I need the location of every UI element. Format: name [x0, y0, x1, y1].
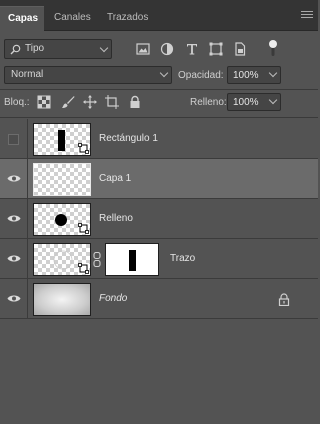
opacity-label: Opacidad:	[178, 70, 224, 81]
chevron-down-icon	[268, 95, 278, 105]
shape-layer-badge-icon	[78, 143, 89, 154]
circle-shape-preview	[55, 214, 67, 226]
adjustment-filter-icon[interactable]	[160, 42, 174, 56]
blend-mode-select[interactable]: Normal	[4, 66, 172, 84]
chevron-down-icon	[159, 68, 169, 78]
type-filter-icon[interactable]	[185, 42, 199, 56]
panel-menu-icon[interactable]	[301, 11, 313, 21]
layer-row[interactable]: Rectángulo 1	[0, 119, 318, 159]
layer-name: Fondo	[99, 293, 128, 304]
chevron-down-icon	[99, 43, 109, 53]
eye-icon	[7, 175, 21, 182]
search-icon	[10, 44, 21, 55]
layer-row[interactable]: Relleno	[0, 199, 318, 239]
lock-row: Bloq.: Relleno: 100%	[0, 92, 318, 114]
divider	[0, 117, 318, 118]
layer-thumbnail	[33, 203, 91, 236]
eye-icon	[7, 215, 21, 222]
layer-row[interactable]: Fondo	[0, 279, 318, 319]
lock-icon	[278, 293, 290, 306]
shape-filter-icon[interactable]	[209, 42, 223, 56]
layer-thumbnail	[33, 283, 91, 316]
tab-trazados[interactable]: Trazados	[107, 6, 165, 31]
layer-name: Relleno	[99, 213, 133, 224]
fill-value: 100%	[233, 97, 259, 108]
lock-image-pixels-icon[interactable]	[61, 95, 75, 109]
layer-row[interactable]: Trazo	[0, 239, 318, 279]
lock-position-icon[interactable]	[83, 95, 97, 109]
lock-all-icon[interactable]	[128, 95, 142, 109]
layer-name: Capa 1	[99, 173, 132, 184]
eye-icon	[7, 255, 21, 262]
layer-name: Trazo	[170, 253, 196, 264]
fill-label: Relleno:	[190, 97, 227, 108]
mask-link-icon[interactable]	[93, 252, 101, 267]
layer-name: Rectángulo 1	[99, 133, 158, 144]
visibility-toggle[interactable]	[0, 119, 28, 159]
image-filter-icon[interactable]	[136, 42, 150, 56]
eye-icon	[7, 295, 21, 302]
layer-thumbnail	[33, 163, 91, 196]
smart-object-filter-icon[interactable]	[233, 42, 247, 56]
tab-canales[interactable]: Canales	[54, 6, 106, 31]
rectangle-shape-preview	[58, 130, 65, 151]
visibility-toggle[interactable]	[0, 159, 28, 199]
filter-toggle-icon[interactable]	[268, 38, 278, 58]
filter-row: Tipo	[0, 31, 318, 64]
fill-field[interactable]: 100%	[227, 93, 281, 111]
blend-mode-value: Normal	[11, 69, 44, 80]
layer-thumbnail	[33, 243, 91, 276]
opacity-value: 100%	[233, 70, 259, 81]
visibility-toggle[interactable]	[0, 239, 28, 279]
divider	[0, 89, 318, 90]
shape-layer-badge-icon	[78, 263, 89, 274]
visibility-toggle[interactable]	[0, 279, 28, 319]
panel-tab-bar: Capas Canales Trazados	[0, 0, 318, 31]
tab-capas[interactable]: Capas	[0, 6, 44, 31]
lock-artboard-icon[interactable]	[105, 95, 119, 109]
layers-panel: Tipo Normal Opacidad: 100% Bloq.: Rellen…	[0, 31, 318, 424]
chevron-down-icon	[268, 68, 278, 78]
layer-thumbnail	[33, 123, 91, 156]
blend-row: Normal Opacidad: 100%	[0, 65, 318, 87]
lock-label: Bloq.:	[4, 97, 30, 108]
layer-row[interactable]: Capa 1	[0, 159, 318, 199]
layer-mask-thumbnail[interactable]	[105, 243, 159, 276]
filter-kind-select[interactable]: Tipo	[4, 39, 112, 59]
visibility-toggle[interactable]	[0, 199, 28, 239]
filter-kind-value: Tipo	[25, 43, 45, 54]
opacity-field[interactable]: 100%	[227, 66, 281, 84]
mask-shape-preview	[129, 250, 136, 271]
lock-transparent-pixels-icon[interactable]	[37, 95, 51, 109]
hidden-visibility-icon	[8, 134, 19, 145]
shape-layer-badge-icon	[78, 223, 89, 234]
